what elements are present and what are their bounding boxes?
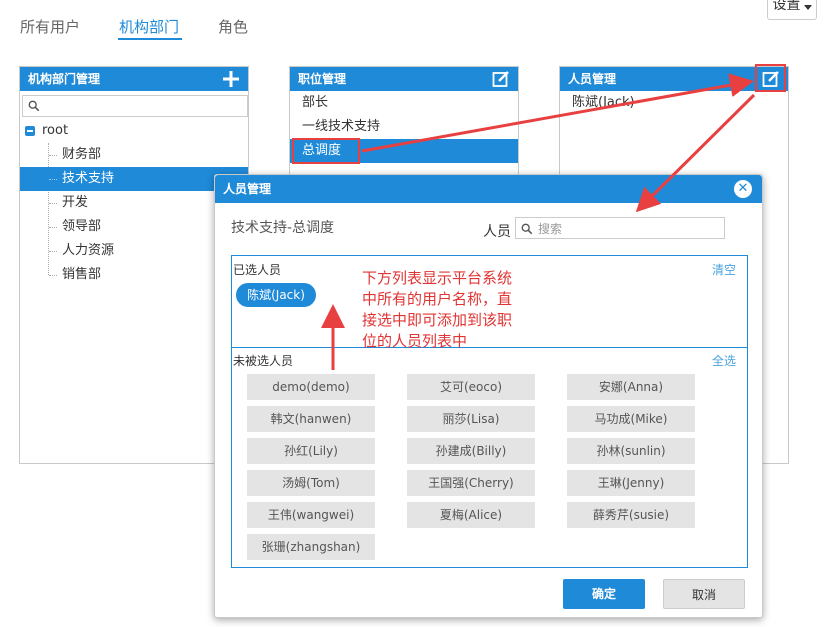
arrow-to-edit	[361, 73, 754, 153]
annotation-arrows	[321, 73, 756, 370]
arrow-to-dialog	[635, 93, 756, 213]
